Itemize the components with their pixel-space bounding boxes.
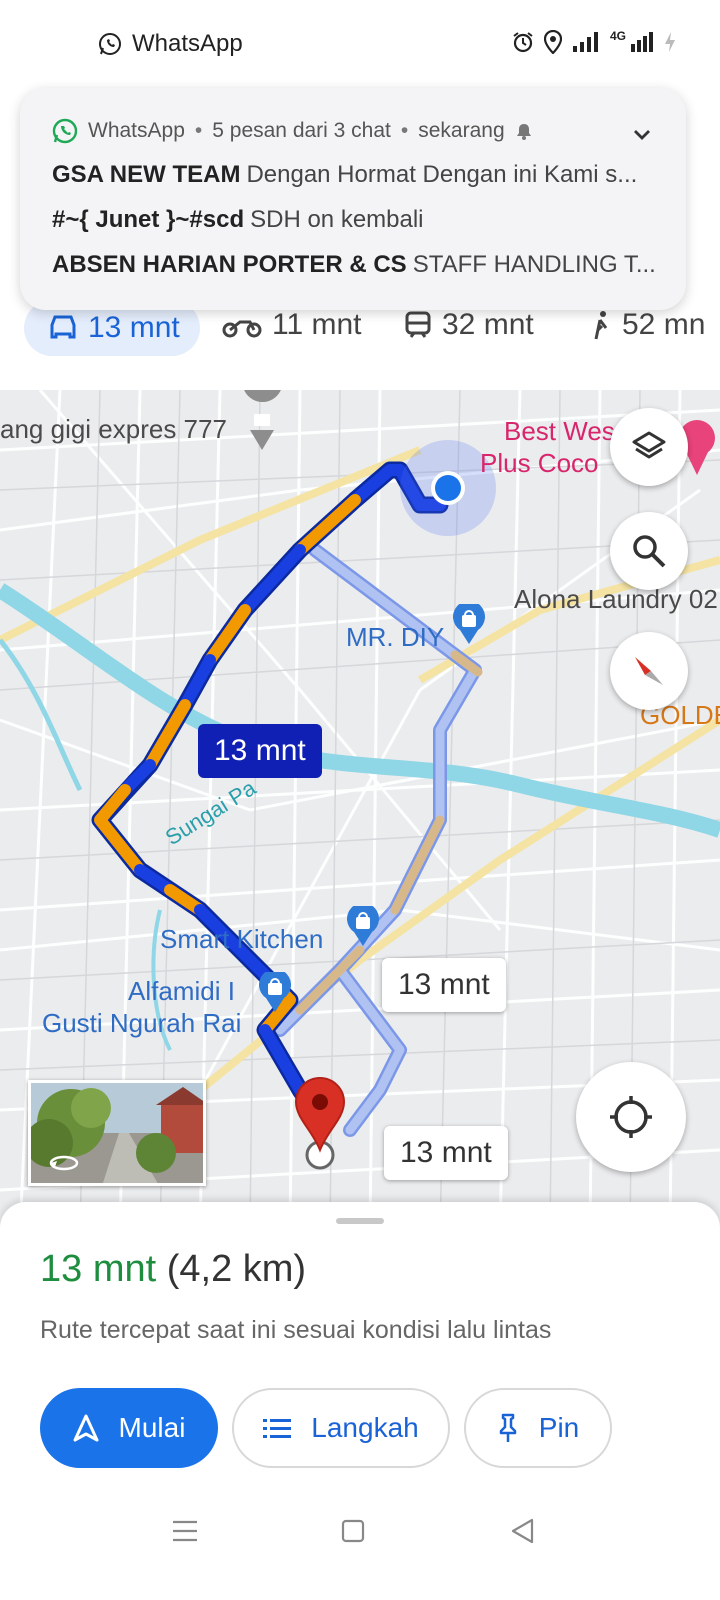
- separator-dot: •: [194, 119, 203, 142]
- route-label-main[interactable]: 13 mnt: [198, 724, 322, 778]
- mrdiy-bag-icon: [453, 604, 485, 644]
- street-view-thumbnail[interactable]: [28, 1080, 206, 1186]
- route-label-alt-1[interactable]: 13 mnt: [382, 958, 506, 1012]
- route-label-alt-2[interactable]: 13 mnt: [384, 1126, 508, 1180]
- mode-motorcycle[interactable]: 11 mnt: [222, 308, 362, 342]
- chevron-down-icon[interactable]: [632, 128, 652, 142]
- poi-best-western-1[interactable]: Best Wes: [504, 416, 615, 447]
- mode-walking-label: 52 mn: [622, 308, 706, 341]
- navigation-arrow-icon: [73, 1414, 99, 1442]
- notification-message: #~{ Junet }~#scd SDH on kembali: [52, 206, 656, 234]
- notification-message: GSA NEW TEAM Dengan Hormat Dengan ini Kam…: [52, 161, 656, 189]
- whatsapp-notification[interactable]: WhatsApp • 5 pesan dari 3 chat • sekaran…: [20, 88, 686, 310]
- location-icon: [543, 30, 562, 54]
- pin-button-label: Pin: [538, 1412, 580, 1443]
- status-bar: WhatsApp 4G: [0, 0, 720, 90]
- start-button[interactable]: Mulai: [40, 1388, 218, 1468]
- alfamidi-bag-icon: [259, 972, 291, 1012]
- route-duration: 13 mnt: [40, 1248, 157, 1290]
- my-location-button[interactable]: [576, 1062, 686, 1172]
- pin-icon: [499, 1413, 517, 1442]
- message-text: Dengan Hormat Dengan ini Kami s...: [246, 161, 638, 188]
- crosshair-icon: [610, 1096, 652, 1138]
- message-text: SDH on kembali: [250, 206, 424, 233]
- back-icon[interactable]: [510, 1518, 534, 1544]
- route-eta: 13 mnt (4,2 km): [40, 1248, 306, 1291]
- poi-alfamidi-2[interactable]: Gusti Ngurah Rai: [42, 1008, 241, 1039]
- smart-kitchen-bag-icon: [347, 906, 379, 946]
- compass-button[interactable]: [610, 632, 688, 710]
- poi-alona[interactable]: Alona Laundry 02: [514, 584, 718, 615]
- poi-gigi[interactable]: ang gigi expres 777: [0, 414, 227, 445]
- message-sender: GSA NEW TEAM: [52, 161, 241, 188]
- poi-alfamidi-1[interactable]: Alfamidi I: [128, 976, 235, 1007]
- search-icon: [633, 535, 666, 568]
- home-icon[interactable]: [341, 1518, 365, 1544]
- battery-charging-icon: [665, 32, 675, 52]
- poi-smart-kitchen[interactable]: Smart Kitchen: [160, 924, 323, 955]
- walk-icon: [594, 311, 608, 340]
- mode-transit[interactable]: 32 mnt: [404, 308, 534, 342]
- notification-summary: 5 pesan dari 3 chat: [212, 119, 391, 142]
- travel-mode-bar: 13 mnt 11 mnt 32 mnt 52 mn: [0, 300, 720, 390]
- message-text: STAFF HANDLING T...: [412, 251, 656, 278]
- signal-icon: [572, 32, 598, 52]
- whatsapp-icon: [52, 118, 78, 144]
- car-icon: [50, 315, 76, 339]
- signal-2-icon: [631, 32, 653, 52]
- drag-handle[interactable]: [336, 1218, 384, 1224]
- mode-walking[interactable]: 52 mn: [590, 308, 705, 342]
- status-icons: 4G: [512, 30, 676, 54]
- notification-time: sekarang: [418, 119, 505, 142]
- notification-message: ABSEN HARIAN PORTER & CS STAFF HANDLING T…: [52, 251, 656, 279]
- origin-dot: [435, 475, 461, 501]
- motorcycle-icon: [222, 320, 262, 338]
- start-button-label: Mulai: [118, 1412, 186, 1443]
- search-along-route-button[interactable]: [610, 512, 688, 590]
- separator-dot-2: •: [400, 119, 409, 142]
- layers-icon: [632, 431, 666, 459]
- message-sender: ABSEN HARIAN PORTER & CS: [52, 251, 407, 278]
- route-subtitle: Rute tercepat saat ini sesuai kondisi la…: [40, 1316, 552, 1344]
- compass-icon: [635, 657, 663, 685]
- destination-pin[interactable]: [294, 1077, 346, 1153]
- whatsapp-icon: [99, 33, 121, 55]
- mode-driving-label: 13 mnt: [88, 311, 180, 344]
- pin-button[interactable]: Pin: [464, 1388, 612, 1468]
- steps-button-label: Langkah: [311, 1412, 419, 1443]
- system-nav-bar: [0, 1490, 720, 1600]
- notification-header: WhatsApp • 5 pesan dari 3 chat • sekaran…: [52, 118, 654, 144]
- message-sender: #~{ Junet }~#scd: [52, 206, 245, 233]
- status-app-name: WhatsApp: [132, 30, 243, 57]
- rotate-360-icon: [49, 1155, 79, 1171]
- poi-mrdiy[interactable]: MR. DIY: [346, 622, 444, 653]
- mode-motorcycle-label: 11 mnt: [272, 308, 362, 341]
- mode-transit-label: 32 mnt: [442, 308, 534, 341]
- alarm-icon: [513, 32, 533, 53]
- list-icon: [263, 1419, 292, 1438]
- bell-icon: [516, 124, 531, 140]
- transit-icon: [405, 311, 431, 338]
- layers-button[interactable]: [610, 408, 688, 486]
- route-distance: (4,2 km): [166, 1248, 307, 1290]
- steps-button[interactable]: Langkah: [232, 1388, 450, 1468]
- poi-best-western-2[interactable]: Plus Coco: [480, 448, 599, 479]
- notification-app: WhatsApp: [88, 119, 185, 142]
- menu-icon[interactable]: [172, 1518, 198, 1544]
- network-type: 4G: [609, 29, 626, 43]
- status-app: WhatsApp: [98, 30, 243, 58]
